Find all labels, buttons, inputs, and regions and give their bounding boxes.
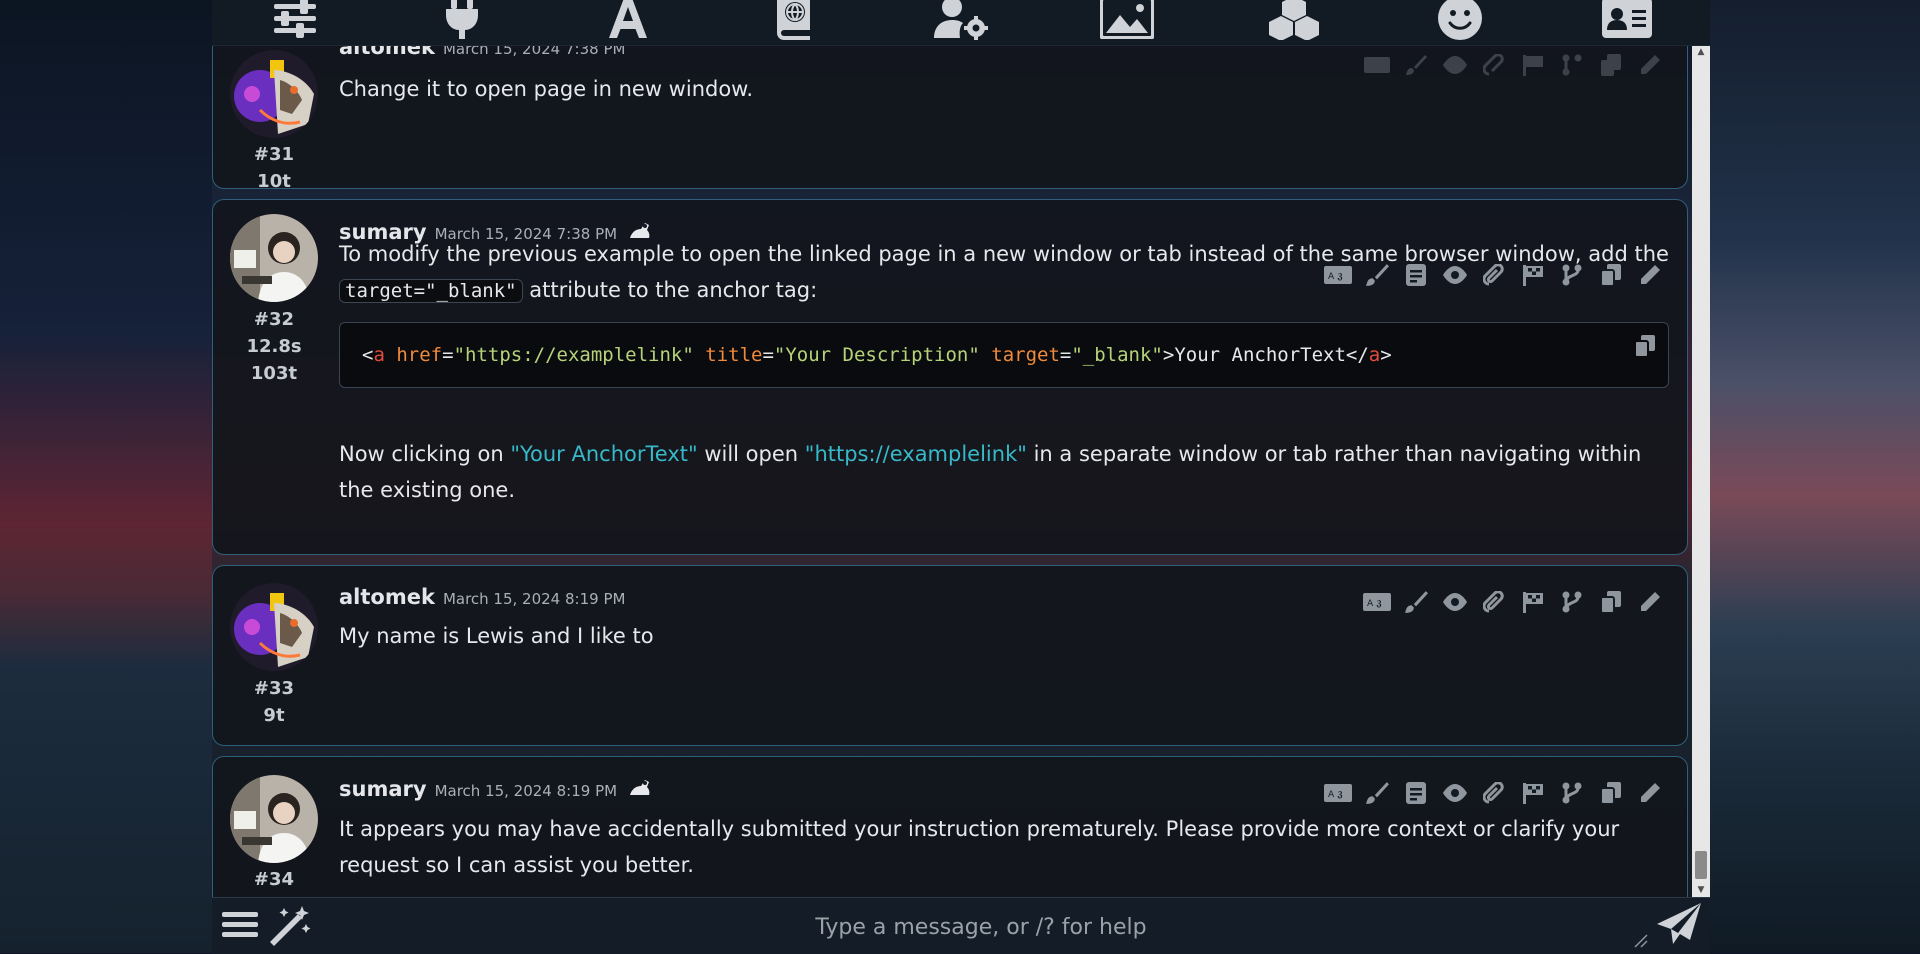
ai-response-config-icon[interactable] xyxy=(268,0,322,40)
code-block: <a href="https://examplelink" title="You… xyxy=(339,322,1669,388)
edit-pencil-icon[interactable] xyxy=(1630,587,1669,617)
background-right xyxy=(1708,0,1920,953)
scroll-up-arrow-icon[interactable]: ▲ xyxy=(1692,45,1710,59)
message-meta: #32 12.8s 103t xyxy=(230,306,318,387)
copy-code-icon[interactable] xyxy=(1634,335,1656,362)
brush-icon[interactable] xyxy=(1396,587,1435,617)
svg-text:A 𝖅: A 𝖅 xyxy=(1328,790,1343,800)
copy-icon[interactable] xyxy=(1591,778,1630,808)
chat-message: #34 sumary March 15, 2024 8:19 PM A 𝖅 It … xyxy=(212,756,1688,897)
quoted-text: "https://examplelink" xyxy=(804,442,1027,466)
translate-icon[interactable]: A 𝖅 xyxy=(1357,587,1396,617)
message-text: Change it to open page in new window. xyxy=(339,77,754,101)
inline-code: target="_blank" xyxy=(339,279,523,303)
paperclip-icon[interactable] xyxy=(1474,587,1513,617)
chat-log: #31 10t altomek March 15, 2024 7:38 PM Ch… xyxy=(212,45,1690,897)
message-timestamp: March 15, 2024 8:19 PM xyxy=(434,782,618,800)
token-count: 10t xyxy=(257,171,291,192)
message-actions: A 𝖅 xyxy=(1357,587,1669,617)
avatar[interactable] xyxy=(230,214,318,302)
model-frog-icon xyxy=(627,777,651,804)
character-card-icon[interactable] xyxy=(1600,0,1654,40)
summary-icon[interactable] xyxy=(1396,778,1435,808)
quoted-text: "Your AnchorText" xyxy=(510,442,698,466)
message-author: altomek March 15, 2024 7:38 PM xyxy=(339,45,625,59)
branch-icon[interactable] xyxy=(1552,778,1591,808)
message-paragraph: attribute to the anchor tag: xyxy=(529,278,818,302)
avatar[interactable] xyxy=(230,775,318,863)
message-id: #32 xyxy=(253,309,295,330)
message-id: #33 xyxy=(253,678,295,699)
message-id: #34 xyxy=(253,869,295,890)
background-image-icon[interactable] xyxy=(1100,0,1155,40)
chat-scrollbar[interactable]: ▲ ▼ xyxy=(1692,45,1710,897)
message-meta: #34 xyxy=(230,866,318,893)
send-paper-plane-icon[interactable] xyxy=(1656,902,1702,950)
user-settings-icon[interactable] xyxy=(933,0,988,40)
magic-wand-icon[interactable] xyxy=(268,904,312,952)
chat-app: #31 10t altomek March 15, 2024 7:38 PM Ch… xyxy=(212,0,1710,954)
message-actions: A 𝖅 xyxy=(1318,778,1669,808)
generation-time: 12.8s xyxy=(246,336,302,357)
message-text: To modify the previous example to open t… xyxy=(339,236,1669,309)
background-left xyxy=(0,0,212,953)
branch-icon[interactable] xyxy=(1552,587,1591,617)
edit-pencil-icon[interactable] xyxy=(1630,778,1669,808)
message-id: #31 xyxy=(253,144,295,165)
world-info-book-icon[interactable] xyxy=(768,0,822,40)
send-form xyxy=(212,897,1710,954)
top-toolbar xyxy=(212,0,1710,46)
brush-icon[interactable] xyxy=(1357,778,1396,808)
message-paragraph: To modify the previous example to open t… xyxy=(339,242,1669,266)
scroll-down-arrow-icon[interactable]: ▼ xyxy=(1692,883,1710,897)
message-input[interactable] xyxy=(332,904,1630,950)
resize-handle-icon[interactable] xyxy=(1634,933,1648,952)
message-timestamp: March 15, 2024 7:38 PM xyxy=(442,45,626,58)
message-text: It appears you may have accidentally sub… xyxy=(339,817,1620,877)
avatar[interactable] xyxy=(230,50,318,138)
chat-message: #31 10t altomek March 15, 2024 7:38 PM Ch… xyxy=(212,45,1688,192)
message-text: My name is Lewis and I like to xyxy=(339,624,654,648)
api-connections-plug-icon[interactable] xyxy=(435,0,489,40)
avatar[interactable] xyxy=(230,583,318,671)
paperclip-icon[interactable] xyxy=(1474,778,1513,808)
message-meta: #33 9t xyxy=(230,675,318,729)
eye-icon[interactable] xyxy=(1435,778,1474,808)
copy-icon[interactable] xyxy=(1591,587,1630,617)
translate-icon[interactable]: A 𝖅 xyxy=(1318,778,1357,808)
scroll-thumb[interactable] xyxy=(1695,851,1707,879)
message-author: sumary March 15, 2024 8:19 PM xyxy=(339,777,651,804)
persona-smile-icon[interactable] xyxy=(1433,0,1487,40)
eye-icon[interactable] xyxy=(1435,587,1474,617)
token-count: 9t xyxy=(263,705,285,726)
message-text: Now clicking on "Your AnchorText" will o… xyxy=(339,442,1642,502)
chat-message: #33 9t altomek March 15, 2024 8:19 PM A 𝖅… xyxy=(212,565,1688,746)
message-timestamp: March 15, 2024 8:19 PM xyxy=(442,590,626,608)
extensions-cubes-icon[interactable] xyxy=(1267,0,1321,40)
checkpoint-flag-icon[interactable] xyxy=(1513,587,1552,617)
token-count: 103t xyxy=(250,363,298,384)
code-line: <a href="https://examplelink" title="You… xyxy=(362,344,1392,366)
checkpoint-flag-icon[interactable] xyxy=(1513,778,1552,808)
advanced-formatting-icon[interactable] xyxy=(601,0,655,40)
svg-text:A 𝖅: A 𝖅 xyxy=(1367,599,1382,609)
message-author: altomek March 15, 2024 8:19 PM xyxy=(339,585,626,609)
message-meta: #31 10t xyxy=(230,141,318,195)
options-menu-icon[interactable] xyxy=(220,904,260,948)
chat-message: #32 12.8s 103t sumary March 15, 2024 7:38… xyxy=(212,199,1688,555)
